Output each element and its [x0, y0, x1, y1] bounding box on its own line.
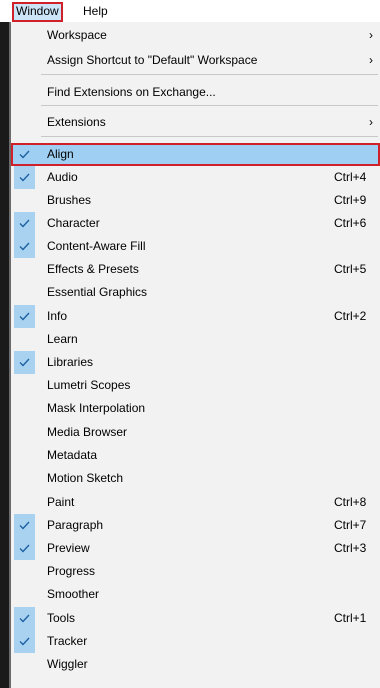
checkmark-icon — [14, 537, 35, 560]
checkmark-icon — [14, 514, 35, 537]
chevron-right-icon: › — [369, 115, 373, 129]
menu-item-preview[interactable]: Preview Ctrl+3 — [11, 537, 380, 560]
menu-item-label: Paragraph — [47, 518, 104, 532]
menu-item-mask-interpolation[interactable]: Mask Interpolation — [11, 397, 380, 420]
menu-window[interactable]: Window — [12, 2, 63, 22]
menu-item-shortcut: Ctrl+5 — [334, 262, 367, 276]
menu-item-audio[interactable]: Audio Ctrl+4 — [11, 166, 380, 189]
menu-item-label: Wiggler — [47, 657, 88, 671]
screen: Window Help Workspace › Assign Shortcut to… — [0, 0, 380, 688]
menu-item-label: Brushes — [47, 193, 92, 207]
menu-item-workspace[interactable]: Workspace › — [11, 24, 380, 47]
menu-item-label: Workspace — [47, 28, 107, 42]
menu-item-label: Lumetri Scopes — [47, 378, 131, 392]
menu-item-label: Smoother — [47, 587, 100, 601]
menu-item-assign-shortcut-to-default-workspace[interactable]: Assign Shortcut to "Default" Workspace › — [11, 49, 380, 72]
menu-separator — [41, 74, 378, 75]
menu-item-lumetri-scopes[interactable]: Lumetri Scopes — [11, 374, 380, 397]
menu-item-paint[interactable]: Paint Ctrl+8 — [11, 491, 380, 514]
menu-item-effects-presets[interactable]: Effects & Presets Ctrl+5 — [11, 258, 380, 281]
menu-separator — [41, 136, 378, 137]
menu-item-extensions[interactable]: Extensions › — [11, 111, 380, 134]
menu-item-label: Learn — [47, 332, 78, 346]
menu-item-label: Assign Shortcut to "Default" Workspace — [47, 53, 258, 67]
menu-item-wiggler[interactable]: Wiggler — [11, 653, 380, 676]
checkmark-icon — [14, 235, 35, 258]
menu-item-brushes[interactable]: Brushes Ctrl+9 — [11, 189, 380, 212]
checkmark-icon — [14, 607, 35, 630]
menu-item-tracker[interactable]: Tracker — [11, 630, 380, 653]
menu-item-info[interactable]: Info Ctrl+2 — [11, 305, 380, 328]
menu-item-character[interactable]: Character Ctrl+6 — [11, 212, 380, 235]
menu-item-label: Tools — [47, 611, 76, 625]
checkmark-icon — [14, 305, 35, 328]
menu-item-progress[interactable]: Progress — [11, 560, 380, 583]
menu-item-shortcut: Ctrl+2 — [334, 309, 367, 323]
window-menu-dropdown: Workspace › Assign Shortcut to "Default" W… — [11, 22, 380, 688]
menu-item-shortcut: Ctrl+4 — [334, 170, 367, 184]
menu-item-label: Preview — [47, 541, 90, 555]
menu-separator — [41, 105, 378, 106]
menu-item-label: Essential Graphics — [47, 285, 148, 299]
menu-item-find-extensions-on-exchange[interactable]: Find Extensions on Exchange... — [11, 81, 380, 104]
menu-item-motion-sketch[interactable]: Motion Sketch — [11, 467, 380, 490]
menu-item-media-browser[interactable]: Media Browser — [11, 421, 380, 444]
checkmark-icon — [14, 630, 35, 653]
menu-item-label: Motion Sketch — [47, 471, 124, 485]
menu-item-libraries[interactable]: Libraries — [11, 351, 380, 374]
menu-item-content-aware-fill[interactable]: Content-Aware Fill — [11, 235, 380, 258]
menu-item-label: Libraries — [47, 355, 94, 369]
menu-item-label: Effects & Presets — [47, 262, 139, 276]
checkmark-icon — [14, 166, 35, 189]
menu-item-label: Character — [47, 216, 100, 230]
menu-item-paragraph[interactable]: Paragraph Ctrl+7 — [11, 514, 380, 537]
menu-item-label: Mask Interpolation — [47, 401, 146, 415]
chevron-right-icon: › — [369, 53, 373, 67]
menu-item-label: Progress — [47, 564, 96, 578]
menu-item-shortcut: Ctrl+3 — [334, 541, 367, 555]
chevron-right-icon: › — [369, 28, 373, 42]
menu-item-shortcut: Ctrl+1 — [334, 611, 367, 625]
menu-item-label: Content-Aware Fill — [47, 239, 146, 253]
checkmark-icon — [14, 212, 35, 235]
menu-item-label: Audio — [47, 170, 78, 184]
menu-item-shortcut: Ctrl+7 — [334, 518, 367, 532]
menu-item-tools[interactable]: Tools Ctrl+1 — [11, 607, 380, 630]
menu-item-shortcut: Ctrl+8 — [334, 495, 367, 509]
menu-item-label: Find Extensions on Exchange... — [47, 85, 216, 99]
menu-item-shortcut: Ctrl+9 — [334, 193, 367, 207]
menu-item-label: Media Browser — [47, 425, 128, 439]
menu-item-label: Info — [47, 309, 68, 323]
menu-help[interactable]: Help — [80, 3, 111, 19]
menu-bar: Window Help — [0, 0, 380, 22]
menu-item-label: Tracker — [47, 634, 88, 648]
menu-item-label: Paint — [47, 495, 75, 509]
menu-item-essential-graphics[interactable]: Essential Graphics — [11, 281, 380, 304]
menu-item-label: Extensions — [47, 115, 106, 129]
menu-item-learn[interactable]: Learn — [11, 328, 380, 351]
checkmark-icon — [14, 143, 35, 166]
menu-item-align[interactable]: Align — [11, 143, 380, 166]
window-edge — [0, 22, 9, 688]
menu-item-label: Align — [47, 147, 74, 161]
menu-item-label: Metadata — [47, 448, 98, 462]
checkmark-icon — [14, 351, 35, 374]
menu-item-metadata[interactable]: Metadata — [11, 444, 380, 467]
menu-item-smoother[interactable]: Smoother — [11, 583, 380, 606]
menu-item-shortcut: Ctrl+6 — [334, 216, 367, 230]
